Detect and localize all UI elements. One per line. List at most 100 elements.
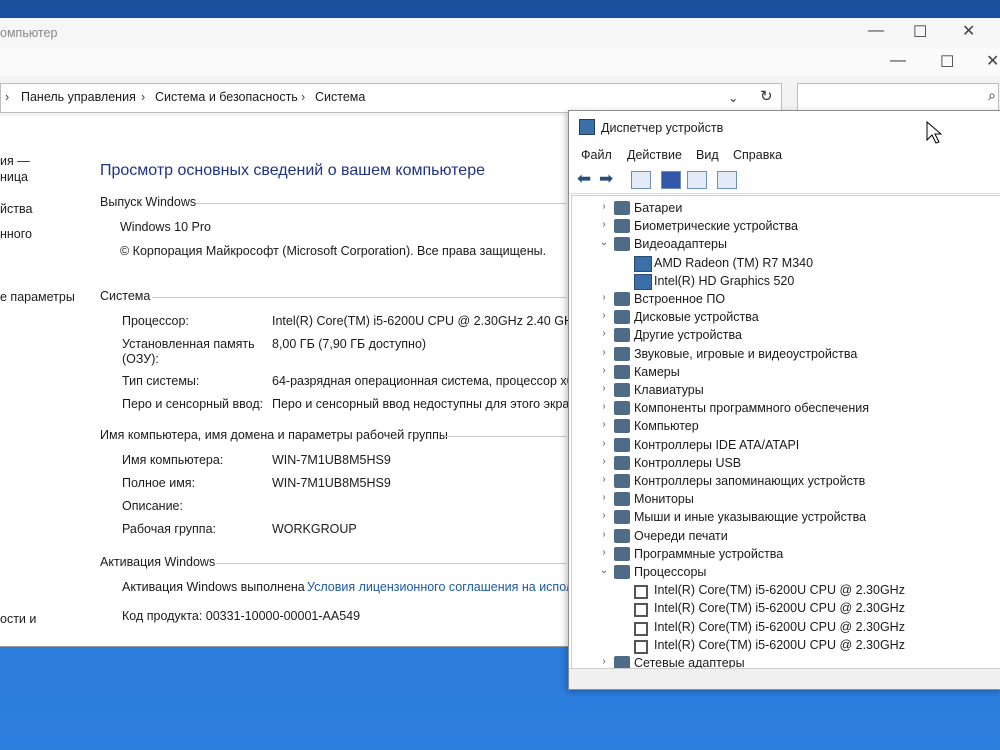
minimize-icon[interactable]: — [890, 52, 906, 70]
device-category-icon [614, 510, 630, 525]
breadcrumb-item[interactable]: Система [315, 90, 365, 104]
tree-item-label: Intel(R) HD Graphics 520 [654, 273, 795, 288]
search-input[interactable]: ⌕ [797, 83, 999, 113]
system-type-value: 64-разрядная операционная система, проце… [272, 374, 581, 388]
divider [216, 563, 566, 564]
left-nav-item[interactable]: нного [0, 227, 32, 241]
forward-arrow-icon[interactable]: ➡ [599, 169, 613, 189]
tree-item-label: Intel(R) Core(TM) i5-6200U CPU @ 2.30GHz [654, 601, 905, 616]
chevron-down-icon[interactable]: ⌄ [598, 565, 610, 576]
menu-file[interactable]: Файл [581, 148, 612, 162]
chevron-down-icon[interactable]: ⌄ [598, 237, 610, 248]
device-category-icon [614, 419, 630, 434]
breadcrumb-item[interactable]: Система и безопасность [155, 90, 298, 104]
chevron-right-icon[interactable]: › [598, 292, 610, 303]
chevron-right-icon[interactable]: › [598, 347, 610, 358]
properties-icon[interactable] [631, 171, 651, 189]
tree-item-label: Компьютер [634, 419, 699, 434]
chevron-right-icon[interactable]: › [598, 510, 610, 521]
chevron-right-icon[interactable]: › [598, 456, 610, 467]
device-manager-icon [579, 119, 595, 135]
device-category-icon [614, 328, 630, 343]
section-title-edition: Выпуск Windows [100, 195, 197, 209]
chevron-right-icon: › [5, 90, 10, 104]
device-category-icon [614, 401, 630, 416]
tree-item-label: Контроллеры запоминающих устройств [634, 474, 866, 488]
tree-item-label: Компоненты программного обеспечения [634, 401, 869, 416]
memory-label: Установленная память [122, 337, 255, 351]
chevron-right-icon[interactable]: › [598, 401, 610, 412]
chevron-right-icon[interactable]: › [598, 328, 610, 339]
device-category-icon [614, 383, 630, 397]
chevron-down-icon[interactable]: ⌄ [728, 90, 738, 105]
description-label: Описание: [122, 499, 183, 513]
device-category-icon [614, 201, 630, 215]
close-icon[interactable]: ✕ [962, 21, 975, 41]
chevron-right-icon[interactable]: › [598, 656, 610, 667]
chevron-right-icon[interactable]: › [598, 438, 610, 449]
left-nav-item[interactable]: е параметры [0, 290, 75, 304]
menu-view[interactable]: Вид [696, 148, 719, 162]
activation-status: Активация Windows выполнена [122, 580, 305, 594]
workgroup-label: Рабочая группа: [122, 522, 217, 536]
tree-item-label: Мыши и иные указывающие устройства [634, 510, 867, 525]
divider [444, 436, 566, 437]
scan-hardware-icon[interactable] [717, 171, 737, 189]
page-title: Просмотр основных сведений о вашем компь… [100, 162, 485, 179]
license-terms-link[interactable]: Условия лицензионного соглашения на испо… [307, 580, 573, 594]
chevron-right-icon[interactable]: › [598, 383, 610, 394]
device-category-icon [614, 292, 630, 306]
left-nav: ия — ница йства нного е параметры ости и [0, 116, 88, 646]
device-category-icon [614, 310, 630, 325]
back-arrow-icon[interactable]: ⬅ [577, 169, 591, 189]
chevron-right-icon[interactable]: › [598, 310, 610, 321]
left-nav-item[interactable]: ия — [0, 154, 30, 168]
tree-item-label: Видеоадаптеры [634, 237, 727, 252]
tree-item-label: Встроенное ПО [634, 292, 726, 306]
close-icon[interactable]: ✕ [986, 51, 999, 71]
tree-item-label: Батареи [634, 201, 683, 215]
left-nav-item[interactable]: ница [0, 170, 28, 184]
chevron-right-icon[interactable]: › [598, 529, 610, 540]
processor-label: Процессор: [122, 314, 189, 328]
chevron-right-icon[interactable]: › [598, 492, 610, 503]
menu-help[interactable]: Справка [733, 148, 782, 162]
help-icon[interactable] [661, 171, 681, 189]
left-nav-item[interactable]: йства [0, 202, 32, 216]
processor-icon [634, 639, 648, 654]
mouse-cursor-icon [926, 121, 942, 144]
refresh-icon[interactable]: ↻ [760, 87, 773, 105]
minimize-icon[interactable]: — [868, 22, 884, 40]
computer-name-label: Имя компьютера: [122, 453, 224, 467]
chevron-right-icon[interactable]: › [598, 219, 610, 230]
breadcrumb-item[interactable]: Панель управления [21, 90, 136, 104]
device-tree: › Батареи › Биометрические устройства ⌄ Видео… [571, 195, 1000, 669]
display-adapter-icon [634, 273, 652, 290]
workgroup-value: WORKGROUP [272, 522, 357, 536]
chevron-right-icon: › [301, 90, 306, 104]
tree-item-label: Intel(R) Core(TM) i5-6200U CPU @ 2.30GHz [654, 619, 905, 634]
processor-icon [634, 603, 648, 618]
chevron-right-icon[interactable]: › [598, 547, 610, 558]
tree-item-label: Другие устройства [634, 328, 742, 343]
chevron-right-icon[interactable]: › [598, 365, 610, 376]
tree-item-label: Звуковые, игровые и видеоустройства [634, 346, 858, 361]
maximize-icon[interactable]: ☐ [940, 52, 954, 72]
search-icon[interactable]: ⌕ [988, 87, 996, 104]
tree-item-label: Программные устройства [634, 546, 784, 561]
tree-item-label: Мониторы [634, 492, 694, 507]
chevron-right-icon[interactable]: › [598, 474, 610, 485]
processor-value: Intel(R) Core(TM) i5-6200U CPU @ 2.30GHz… [272, 314, 580, 328]
details-icon[interactable] [687, 171, 707, 189]
left-nav-item[interactable]: ости и [0, 612, 36, 626]
address-bar[interactable]: › Панель управления › Система и безопасн… [0, 83, 782, 113]
maximize-icon[interactable]: ☐ [913, 22, 927, 42]
chevron-right-icon[interactable]: › [598, 419, 610, 430]
tree-item-label: Дисковые устройства [634, 310, 759, 325]
chevron-right-icon: › [141, 90, 146, 104]
device-manager-title: Диспетчер устройств [601, 121, 724, 135]
device-category-icon [614, 546, 630, 561]
menu-action[interactable]: Действие [627, 148, 682, 162]
display-adapter-icon [634, 255, 652, 272]
chevron-right-icon[interactable]: › [598, 201, 610, 212]
